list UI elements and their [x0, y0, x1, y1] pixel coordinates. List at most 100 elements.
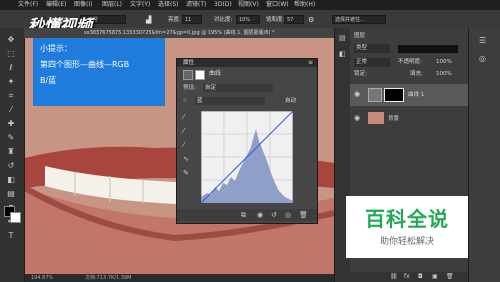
filter-icons[interactable] [398, 45, 458, 53]
tip-note: 小提示： 第四个图形—曲线—RGB B/蓝 [33, 38, 165, 106]
curve-graph[interactable] [201, 111, 293, 203]
menu-file[interactable]: 文件(F) [18, 0, 38, 10]
curves-thumb-icon [368, 88, 382, 102]
watermark-title: 百科全说 [365, 207, 449, 231]
eraser-tool-icon[interactable]: ◧ [4, 174, 18, 186]
contrast-label: 对比度: [214, 17, 233, 23]
view-previous-icon[interactable]: ◉ [257, 210, 263, 220]
menu-filter[interactable]: 滤镜(T) [186, 0, 206, 10]
channel-select[interactable]: 蓝 [195, 97, 265, 105]
properties-panel-icon[interactable]: ◧ [339, 50, 346, 58]
fill-field[interactable]: 100% [436, 70, 452, 79]
preset-select[interactable]: 自定 [203, 84, 273, 92]
eyedropper-black-icon[interactable]: ⁄ [183, 113, 184, 122]
layer-name-curves[interactable]: 曲线 1 [408, 90, 424, 98]
menu-select[interactable]: 选择(S) [158, 0, 179, 10]
layers-footer: ⛓ fx ◘ ▣ 🗑 [350, 272, 468, 282]
mask-icon[interactable] [195, 70, 205, 80]
gradient-tool-icon[interactable]: ▤ [4, 188, 18, 200]
link-icon[interactable]: ⛓ [390, 272, 398, 282]
properties-tab[interactable]: 属性 [183, 59, 194, 67]
layer-name-background[interactable]: 背景 [388, 114, 399, 122]
menu-bar: 文件(F) 编辑(E) 图像(I) 图层(L) 文字(Y) 选择(S) 滤镜(T… [0, 0, 500, 10]
properties-header: 属性 ≡ [177, 59, 317, 67]
auto-button[interactable]: 自动 [285, 97, 296, 105]
status-bar: 194.87% 文档:713.7K/1.39M [25, 274, 334, 282]
adjustments-icon[interactable]: ☰ [479, 36, 486, 45]
eye-icon[interactable]: ◉ [354, 90, 360, 98]
layer-row-background[interactable]: ◉ 背景 [350, 108, 468, 130]
clip-layer-icon[interactable]: ⧉ [241, 210, 246, 220]
background-thumbnail [368, 112, 384, 124]
menu-edit[interactable]: 编辑(E) [46, 0, 66, 10]
curve-edit-icon[interactable]: ∿ [183, 155, 189, 164]
document-tab[interactable]: sx3837675875.135330725&fm=27&gp=0.jpg @ … [24, 28, 334, 38]
brush-tool-icon[interactable]: ✎ [4, 132, 18, 144]
mask-thumbnail [384, 88, 404, 102]
curves-adjustment-icon [183, 70, 193, 80]
menu-window[interactable]: 窗口(W) [266, 0, 289, 10]
brightness-label: 亮度: [168, 17, 181, 23]
properties-title: 曲线 [209, 70, 222, 77]
properties-footer: ⧉ ◉ ↺ ◎ 🗑 [177, 209, 317, 221]
blend-mode-select[interactable]: 正常 [354, 58, 390, 67]
menu-3d[interactable]: 3D(D) [214, 0, 232, 10]
eye-icon-2[interactable]: ◉ [354, 114, 360, 122]
fx-icon[interactable]: fx [404, 272, 410, 282]
delete-icon[interactable]: 🗑 [299, 210, 308, 220]
saturation-field[interactable]: 57 [284, 15, 304, 24]
watermark-subtitle: 助你轻松解决 [379, 237, 434, 247]
hand-target-icon[interactable]: ☝ [183, 97, 187, 105]
eyedropper-tool-icon[interactable]: ⁄ [4, 104, 18, 116]
panel-menu-icon[interactable]: ≡ [308, 59, 313, 67]
watermark: 百科全说 助你轻松解决 [346, 196, 468, 258]
saturation-label: 饱和度: [266, 17, 285, 23]
clone-stamp-tool-icon[interactable]: ♜ [4, 146, 18, 158]
paths-icon[interactable]: ◎ [479, 54, 486, 63]
document-size: 文档:713.7K/1.39M [85, 275, 132, 281]
fill-label: 填充: [410, 71, 423, 77]
lock-label: 锁定: [354, 71, 367, 77]
opacity-field[interactable]: 100% [436, 58, 452, 67]
menu-type[interactable]: 文字(Y) [130, 0, 150, 10]
tip-line-2: B/蓝 [40, 76, 57, 85]
reset-icon[interactable]: ↺ [271, 210, 277, 220]
healing-tool-icon[interactable]: ✚ [4, 118, 18, 130]
layer-kind-filter[interactable]: 类型 [354, 44, 390, 53]
libraries-dock: ☰ ◎ [468, 28, 500, 282]
tool-bar: ✥ ⬚ ℓ ✦ ⌗ ⁄ ✚ ✎ ♜ ↺ ◧ ▤ ● ✒ T [0, 28, 25, 282]
magic-wand-tool-icon[interactable]: ✦ [4, 76, 18, 88]
layer-row-curves[interactable]: ◉ 曲线 1 [350, 84, 468, 106]
menu-layer[interactable]: 图层(L) [102, 0, 122, 10]
brightness-field[interactable]: 11 [182, 15, 202, 24]
properties-panel: 属性 ≡ 曲线 预设: 自定 ☝ 蓝 自动 ⁄ ⁄ ⁄ ∿ ✎ ⧉ ◉ ↺ ◎ … [176, 58, 318, 224]
preset-label: 预设: [183, 85, 196, 91]
mask-add-icon[interactable]: ◘ [418, 272, 423, 282]
history-brush-tool-icon[interactable]: ↺ [4, 160, 18, 172]
new-layer-icon[interactable]: ▣ [432, 272, 438, 282]
tip-line-1: 第四个图形—曲线—RGB [40, 60, 130, 69]
background-color-swatch[interactable] [10, 212, 21, 223]
eyedropper-white-icon[interactable]: ⁄ [183, 141, 184, 150]
lasso-tool-icon[interactable]: ℓ [4, 62, 18, 74]
pencil-icon[interactable]: ✎ [183, 169, 189, 178]
layers-tab[interactable]: 图层 [354, 32, 365, 40]
settings-icon[interactable]: ⚙ [308, 15, 314, 25]
trash-icon[interactable]: 🗑 [446, 272, 454, 282]
tip-title: 小提示： [40, 44, 72, 53]
visibility-icon[interactable]: ◎ [285, 210, 291, 220]
menu-help[interactable]: 帮助(H) [294, 0, 315, 10]
select-and-mask-button[interactable]: 选择并遮住... [332, 15, 386, 24]
type-tool-icon[interactable]: T [4, 230, 18, 242]
contrast-field[interactable]: 10% [236, 15, 260, 24]
history-panel-icon[interactable]: ▤ [339, 34, 346, 42]
eyedropper-gray-icon[interactable]: ⁄ [183, 127, 184, 136]
move-tool-icon[interactable]: ✥ [4, 34, 18, 46]
crop-tool-icon[interactable]: ⌗ [4, 90, 18, 102]
opacity-label: 不透明度: [398, 59, 422, 65]
menu-view[interactable]: 视图(V) [238, 0, 259, 10]
zoom-level[interactable]: 194.87% [31, 274, 53, 282]
menu-image[interactable]: 图像(I) [74, 0, 92, 10]
histogram-icon[interactable]: ▟ [146, 15, 151, 25]
marquee-tool-icon[interactable]: ⬚ [4, 48, 18, 60]
